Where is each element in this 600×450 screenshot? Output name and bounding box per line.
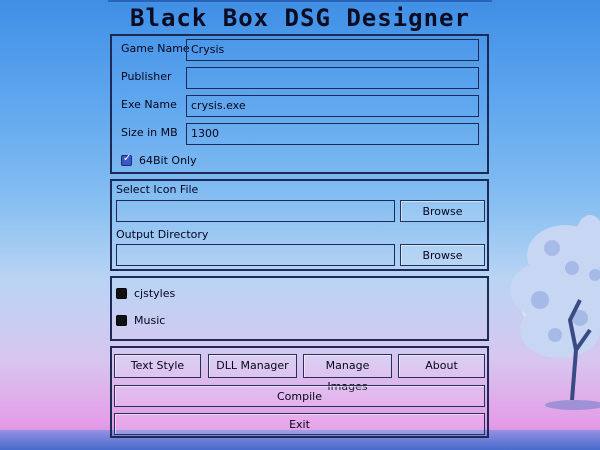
icon-browse-button[interactable]: Browse bbox=[400, 200, 485, 222]
icon-file-label: Select Icon File bbox=[116, 183, 199, 196]
about-button[interactable]: About bbox=[398, 354, 485, 378]
compile-button[interactable]: Compile bbox=[114, 385, 485, 407]
cjstyles-label: cjstyles bbox=[134, 287, 176, 300]
size-label: Size in MB bbox=[121, 126, 178, 139]
output-dir-field[interactable] bbox=[116, 244, 395, 266]
exe-name-field[interactable]: crysis.exe bbox=[186, 95, 479, 117]
exit-button[interactable]: Exit bbox=[114, 413, 485, 435]
music-label: Music bbox=[134, 314, 166, 327]
manage-images-button[interactable]: Manage Images bbox=[303, 354, 392, 393]
publisher-label: Publisher bbox=[121, 70, 172, 83]
game-name-field[interactable]: Crysis bbox=[186, 39, 479, 61]
cjstyles-checkbox[interactable] bbox=[116, 288, 127, 299]
app-title: Black Box DSG Designer bbox=[130, 4, 470, 32]
game-name-label: Game Name bbox=[121, 42, 190, 55]
exe-name-label: Exe Name bbox=[121, 98, 177, 111]
window-top-border bbox=[108, 0, 492, 2]
output-browse-button[interactable]: Browse bbox=[400, 244, 485, 266]
publisher-field[interactable] bbox=[186, 67, 479, 89]
icon-file-field[interactable] bbox=[116, 200, 395, 222]
bit64-checkbox[interactable] bbox=[121, 153, 132, 166]
size-field[interactable]: 1300 bbox=[186, 123, 479, 145]
bit64-label: 64Bit Only bbox=[139, 154, 197, 167]
text-style-button[interactable]: Text Style bbox=[114, 354, 201, 378]
output-dir-label: Output Directory bbox=[116, 228, 209, 241]
options-panel bbox=[110, 276, 489, 341]
dll-manager-button[interactable]: DLL Manager bbox=[208, 354, 297, 378]
music-checkbox[interactable] bbox=[116, 315, 127, 326]
